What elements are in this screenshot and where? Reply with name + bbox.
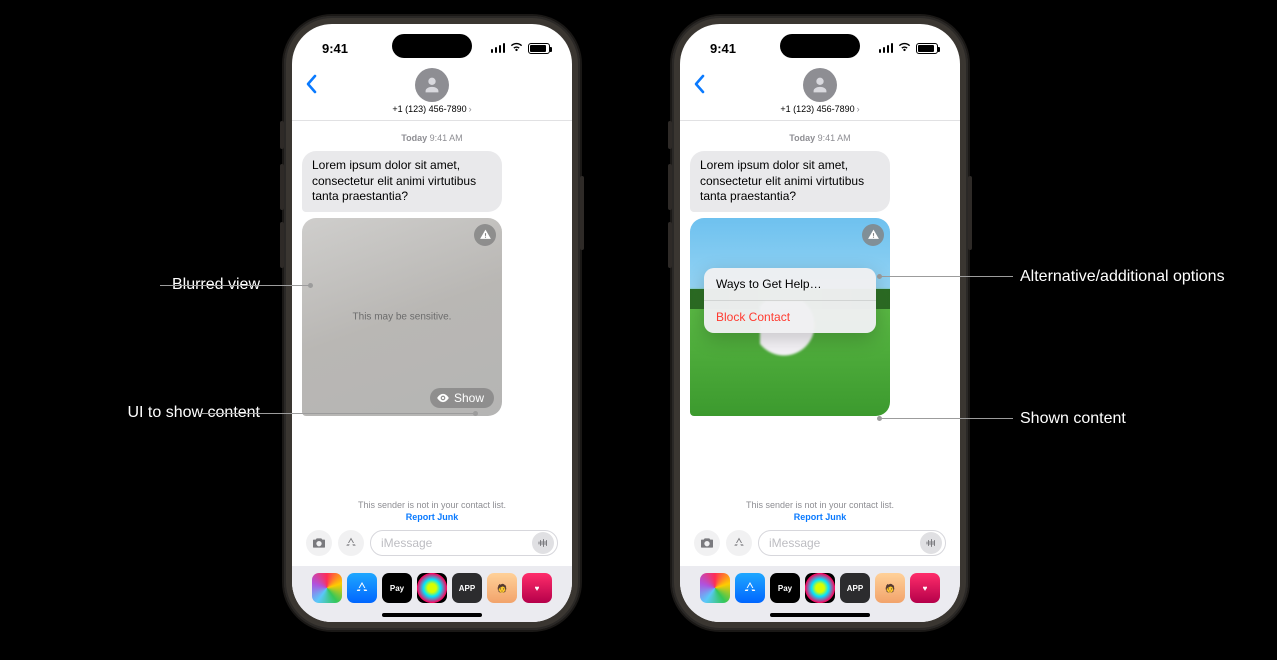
sensitive-media-blurred[interactable]: This may be sensitive. Show xyxy=(302,218,502,416)
warning-icon[interactable] xyxy=(474,224,496,246)
block-contact-option[interactable]: Block Contact xyxy=(704,301,876,333)
generic-app-icon[interactable]: APP xyxy=(452,573,482,603)
help-option[interactable]: Ways to Get Help… xyxy=(704,268,876,301)
unknown-sender-note: This sender is not in your contact list. xyxy=(302,500,562,510)
battery-icon xyxy=(916,43,938,54)
dynamic-island xyxy=(392,34,472,58)
home-indicator[interactable] xyxy=(382,613,482,617)
conversation-header: +1 (123) 456-7890› xyxy=(292,68,572,121)
message-placeholder: iMessage xyxy=(381,536,432,550)
photos-app-icon[interactable] xyxy=(700,573,730,603)
options-popover: Ways to Get Help… Block Contact xyxy=(704,268,876,333)
message-input[interactable]: iMessage xyxy=(370,530,558,556)
contact-avatar[interactable] xyxy=(803,68,837,102)
message-timestamp: Today 9:41 AM xyxy=(302,133,562,143)
fitness-icon[interactable] xyxy=(417,573,447,603)
status-time: 9:41 xyxy=(322,41,348,56)
sensitive-label: This may be sensitive. xyxy=(353,311,452,322)
conversation-body: Today 9:41 AM Lorem ipsum dolor sit amet… xyxy=(292,121,572,500)
apple-pay-icon[interactable]: Pay xyxy=(770,573,800,603)
waveform-icon xyxy=(537,537,549,549)
back-button[interactable] xyxy=(692,74,706,96)
app-store-icon xyxy=(343,535,359,551)
apps-button[interactable] xyxy=(338,530,364,556)
callout-shown-content: Shown content xyxy=(1020,408,1277,430)
conversation-footer: This sender is not in your contact list.… xyxy=(292,500,572,566)
unknown-sender-note: This sender is not in your contact list. xyxy=(690,500,950,510)
digital-touch-icon[interactable]: ♥ xyxy=(522,573,552,603)
leader-line xyxy=(880,418,1013,419)
contact-avatar[interactable] xyxy=(415,68,449,102)
digital-touch-icon[interactable]: ♥ xyxy=(910,573,940,603)
generic-app-icon[interactable]: APP xyxy=(840,573,870,603)
wifi-icon xyxy=(509,41,524,56)
conversation-body: Today 9:41 AM Lorem ipsum dolor sit amet… xyxy=(680,121,960,500)
battery-icon xyxy=(528,43,550,54)
incoming-text-message[interactable]: Lorem ipsum dolor sit amet, consectetur … xyxy=(690,151,890,212)
waveform-icon xyxy=(925,537,937,549)
back-button[interactable] xyxy=(304,74,318,96)
conversation-header: +1 (123) 456-7890› xyxy=(680,68,960,121)
chevron-right-icon: › xyxy=(469,104,472,114)
warning-icon[interactable] xyxy=(862,224,884,246)
memoji-icon[interactable]: 🧑 xyxy=(487,573,517,603)
leader-line xyxy=(160,285,310,286)
app-store-icon[interactable] xyxy=(347,573,377,603)
camera-icon xyxy=(699,535,715,551)
status-time: 9:41 xyxy=(710,41,736,56)
phone-mockup-right: 9:41 +1 (123) 456-7890› Today 9:41 AM Lo… xyxy=(672,16,968,630)
sensitive-media-revealed[interactable]: Ways to Get Help… Block Contact xyxy=(690,218,890,416)
message-timestamp: Today 9:41 AM xyxy=(690,133,950,143)
cell-signal-icon xyxy=(491,43,506,53)
dictation-button[interactable] xyxy=(920,532,942,554)
phone-mockup-left: 9:41 +1 (123) 456-7890› Today 9:41 AM Lo… xyxy=(284,16,580,630)
eye-icon xyxy=(436,391,450,405)
contact-name-button[interactable]: +1 (123) 456-7890› xyxy=(292,104,572,114)
apps-button[interactable] xyxy=(726,530,752,556)
leader-line xyxy=(200,413,475,414)
message-placeholder: iMessage xyxy=(769,536,820,550)
dictation-button[interactable] xyxy=(532,532,554,554)
contact-name-button[interactable]: +1 (123) 456-7890› xyxy=(680,104,960,114)
camera-icon xyxy=(311,535,327,551)
show-button[interactable]: Show xyxy=(430,388,494,408)
app-store-icon xyxy=(731,535,747,551)
memoji-icon[interactable]: 🧑 xyxy=(875,573,905,603)
callout-alt-options: Alternative/additional options xyxy=(1020,266,1277,288)
home-indicator[interactable] xyxy=(770,613,870,617)
app-store-icon[interactable] xyxy=(735,573,765,603)
incoming-text-message[interactable]: Lorem ipsum dolor sit amet, consectetur … xyxy=(302,151,502,212)
photos-app-icon[interactable] xyxy=(312,573,342,603)
conversation-footer: This sender is not in your contact list.… xyxy=(680,500,960,566)
fitness-icon[interactable] xyxy=(805,573,835,603)
report-junk-link[interactable]: Report Junk xyxy=(302,512,562,522)
apple-pay-icon[interactable]: Pay xyxy=(382,573,412,603)
camera-button[interactable] xyxy=(306,530,332,556)
screen-left: 9:41 +1 (123) 456-7890› Today 9:41 AM Lo… xyxy=(292,24,572,622)
camera-button[interactable] xyxy=(694,530,720,556)
chevron-right-icon: › xyxy=(857,104,860,114)
leader-line xyxy=(880,276,1013,277)
message-input[interactable]: iMessage xyxy=(758,530,946,556)
screen-right: 9:41 +1 (123) 456-7890› Today 9:41 AM Lo… xyxy=(680,24,960,622)
cell-signal-icon xyxy=(879,43,894,53)
wifi-icon xyxy=(897,41,912,56)
report-junk-link[interactable]: Report Junk xyxy=(690,512,950,522)
dynamic-island xyxy=(780,34,860,58)
